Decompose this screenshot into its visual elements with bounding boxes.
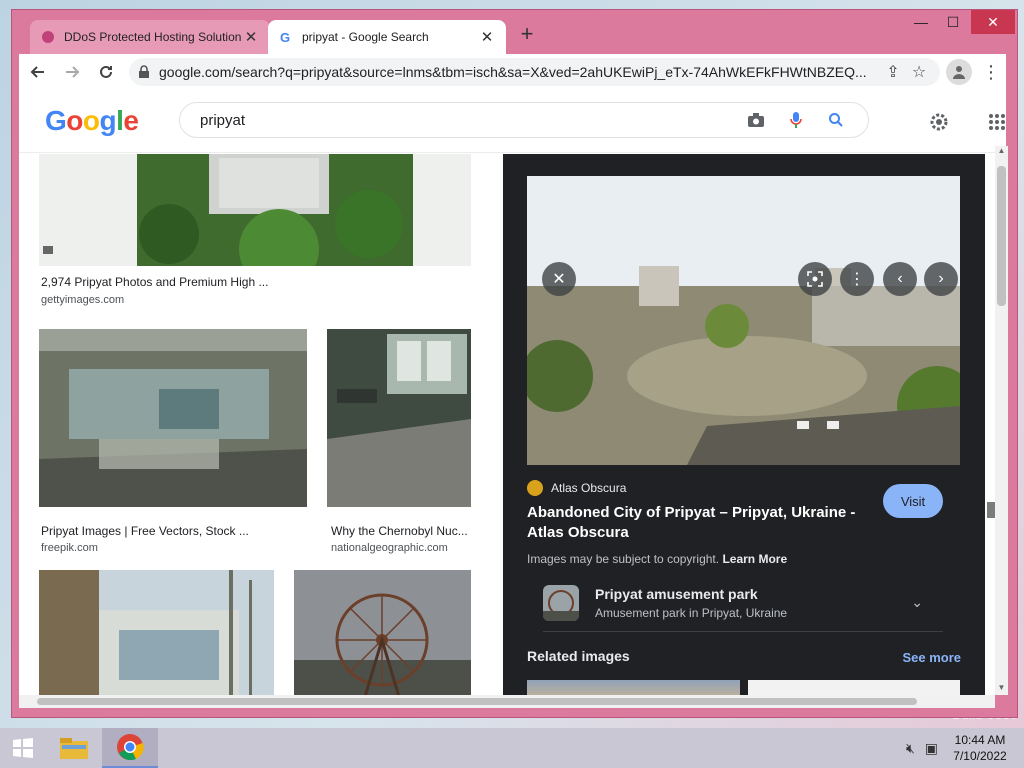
image-results-grid: 2,974 Pripyat Photos and Premium High ..… bbox=[19, 154, 489, 695]
file-explorer-taskbar-button[interactable] bbox=[46, 728, 102, 768]
chrome-icon bbox=[117, 734, 144, 761]
forward-arrow-icon bbox=[66, 66, 80, 78]
copyright-text: Images may be subject to copyright. bbox=[527, 552, 720, 566]
site-favicon-icon bbox=[40, 29, 56, 45]
related-image-2[interactable] bbox=[748, 680, 960, 695]
taskbar-clock[interactable]: 10:44 AM 7/10/2022 bbox=[948, 732, 1012, 764]
entity-thumbnail bbox=[543, 585, 579, 621]
entity-name: Pripyat amusement park bbox=[595, 586, 758, 602]
reload-button[interactable] bbox=[91, 57, 121, 87]
google-header: Google pripyat bbox=[19, 90, 1006, 153]
svg-text:G: G bbox=[280, 30, 290, 44]
tab-ddos-hosting[interactable]: DDoS Protected Hosting Solution ✕ bbox=[30, 20, 270, 54]
maximize-button[interactable]: ☐ bbox=[937, 10, 969, 34]
entity-subtitle: Amusement park in Pripyat, Ukraine bbox=[595, 606, 788, 620]
result-source[interactable]: nationalgeographic.com bbox=[331, 542, 448, 554]
vertical-scroll-thumb[interactable] bbox=[997, 166, 1006, 306]
result-image-freepik[interactable] bbox=[39, 329, 307, 507]
chrome-taskbar-button[interactable] bbox=[102, 728, 158, 768]
volume-muted-icon[interactable]: 🔇︎ bbox=[906, 740, 915, 757]
browser-toolbar: google.com/search?q=pripyat&source=lnms&… bbox=[19, 54, 1006, 90]
browser-window: DDoS Protected Hosting Solution ✕ G prip… bbox=[11, 9, 1018, 718]
share-icon[interactable]: ⇪ bbox=[880, 59, 906, 85]
person-icon bbox=[953, 66, 965, 79]
more-options-button[interactable]: ⋮ bbox=[840, 262, 874, 296]
detail-source-name: Atlas Obscura bbox=[551, 481, 627, 495]
result-image-building[interactable] bbox=[39, 570, 274, 695]
tab-google-search[interactable]: G pripyat - Google Search ✕ bbox=[268, 20, 506, 54]
google-favicon-icon: G bbox=[278, 29, 294, 45]
related-images-heading: Related images bbox=[527, 648, 630, 664]
clock-date: 7/10/2022 bbox=[953, 749, 1007, 763]
reload-icon bbox=[100, 65, 112, 78]
result-image-natgeo[interactable] bbox=[327, 329, 471, 507]
page-horizontal-scrollbar[interactable] bbox=[19, 695, 995, 708]
start-button[interactable] bbox=[0, 728, 46, 768]
entity-card[interactable]: Pripyat amusement park Amusement park in… bbox=[543, 582, 943, 632]
bookmark-star-icon[interactable]: ☆ bbox=[906, 59, 932, 85]
search-input[interactable]: pripyat bbox=[179, 102, 869, 138]
previous-image-button[interactable]: ‹ bbox=[883, 262, 917, 296]
close-tab-icon[interactable]: ✕ bbox=[478, 28, 496, 46]
search-query: pripyat bbox=[200, 111, 246, 129]
result-image-getty[interactable] bbox=[39, 154, 471, 266]
visit-button[interactable]: Visit bbox=[883, 484, 943, 518]
detail-source[interactable]: Atlas Obscura bbox=[527, 480, 626, 496]
visual-search-icon[interactable] bbox=[798, 262, 832, 296]
search-icon[interactable] bbox=[816, 105, 856, 135]
scroll-up-arrow-icon[interactable]: ▲ bbox=[995, 146, 1008, 158]
close-detail-button[interactable]: ✕ bbox=[542, 262, 576, 296]
forward-button[interactable] bbox=[57, 57, 87, 87]
profile-avatar[interactable] bbox=[946, 59, 972, 85]
related-image-1[interactable] bbox=[527, 680, 740, 695]
result-title[interactable]: Why the Chernobyl Nuc... bbox=[331, 524, 468, 538]
horizontal-scroll-thumb[interactable] bbox=[37, 698, 917, 705]
close-tab-icon[interactable]: ✕ bbox=[242, 28, 260, 46]
new-tab-button[interactable]: + bbox=[516, 23, 538, 46]
copyright-notice: Images may be subject to copyright. Lear… bbox=[527, 552, 787, 566]
folder-icon bbox=[60, 738, 88, 759]
microphone-icon[interactable] bbox=[776, 105, 816, 135]
lock-icon bbox=[139, 65, 149, 78]
address-bar[interactable]: google.com/search?q=pripyat&source=lnms&… bbox=[129, 58, 940, 86]
back-button[interactable] bbox=[23, 57, 53, 87]
address-url: google.com/search?q=pripyat&source=lnms&… bbox=[159, 64, 867, 80]
detail-title[interactable]: Abandoned City of Pripyat – Pripyat, Ukr… bbox=[527, 503, 857, 543]
tab-strip: DDoS Protected Hosting Solution ✕ G prip… bbox=[12, 10, 1017, 54]
detail-main-image[interactable] bbox=[527, 176, 960, 465]
google-logo[interactable]: Google bbox=[45, 105, 139, 137]
image-detail-panel: ✕ ⋮ ‹ › Atlas Obscura Abandoned City of … bbox=[503, 154, 985, 695]
apps-grid-icon[interactable] bbox=[985, 110, 1006, 134]
system-tray: 🔇︎ ▣ 10:44 AM 7/10/2022 bbox=[906, 732, 1012, 764]
result-title[interactable]: 2,974 Pripyat Photos and Premium High ..… bbox=[41, 275, 268, 289]
see-more-link[interactable]: See more bbox=[902, 650, 961, 665]
next-image-button[interactable]: › bbox=[924, 262, 958, 296]
page-vertical-scrollbar[interactable]: ▲ ▼ bbox=[995, 146, 1008, 695]
taskbar: 🔇︎ ▣ 10:44 AM 7/10/2022 bbox=[0, 728, 1024, 768]
network-icon[interactable]: ▣ bbox=[925, 740, 938, 757]
close-window-button[interactable]: ✕ bbox=[971, 10, 1015, 34]
camera-icon[interactable] bbox=[736, 105, 776, 135]
back-arrow-icon bbox=[30, 66, 44, 78]
tab-title: pripyat - Google Search bbox=[302, 30, 429, 44]
tab-title: DDoS Protected Hosting Solution bbox=[64, 30, 242, 44]
browser-menu-button[interactable]: ⋮ bbox=[976, 57, 1006, 87]
result-image-ferris-wheel[interactable] bbox=[294, 570, 471, 695]
page-viewport: Google pripyat 2,974 Pripyat Photos and … bbox=[19, 90, 1006, 695]
result-title[interactable]: Pripyat Images | Free Vectors, Stock ... bbox=[41, 524, 249, 538]
scroll-down-arrow-icon[interactable]: ▼ bbox=[995, 683, 1008, 695]
atlas-obscura-logo-icon bbox=[527, 480, 543, 496]
chevron-down-icon[interactable]: ⌄ bbox=[911, 594, 923, 611]
minimize-button[interactable]: — bbox=[905, 10, 937, 34]
clock-time: 10:44 AM bbox=[954, 733, 1006, 747]
result-source[interactable]: freepik.com bbox=[41, 542, 98, 554]
windows-logo-icon bbox=[13, 738, 33, 758]
result-source[interactable]: gettyimages.com bbox=[41, 294, 124, 306]
learn-more-link[interactable]: Learn More bbox=[722, 552, 787, 566]
settings-gear-icon[interactable] bbox=[927, 110, 951, 134]
